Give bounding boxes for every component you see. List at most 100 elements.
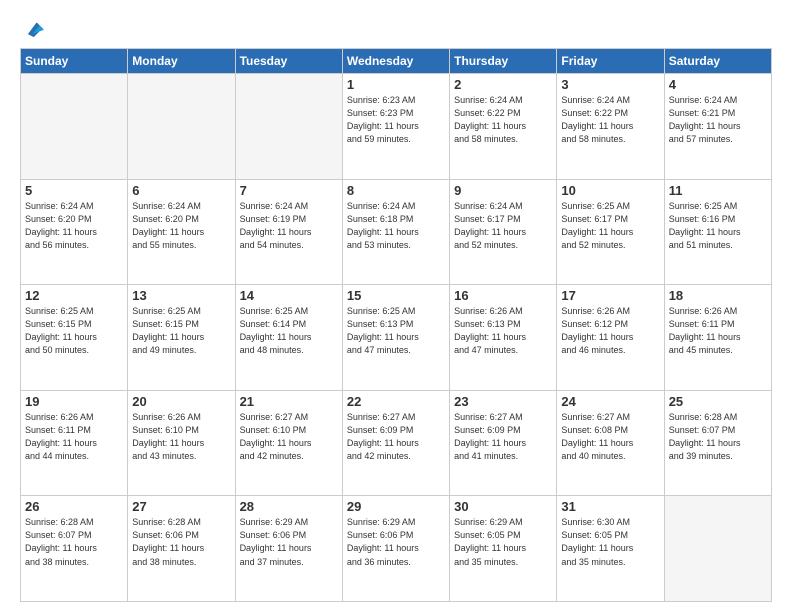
calendar-cell: 1 Sunrise: 6:23 AM Sunset: 6:23 PM Daylig…	[342, 74, 449, 180]
calendar-cell: 26 Sunrise: 6:28 AM Sunset: 6:07 PM Dayli…	[21, 496, 128, 602]
day-number: 10	[561, 183, 659, 198]
day-number: 15	[347, 288, 445, 303]
day-number: 31	[561, 499, 659, 514]
day-number: 11	[669, 183, 767, 198]
day-info: Sunrise: 6:28 AM Sunset: 6:07 PM Dayligh…	[25, 516, 123, 568]
day-info: Sunrise: 6:27 AM Sunset: 6:10 PM Dayligh…	[240, 411, 338, 463]
day-info: Sunrise: 6:24 AM Sunset: 6:20 PM Dayligh…	[132, 200, 230, 252]
day-info: Sunrise: 6:26 AM Sunset: 6:12 PM Dayligh…	[561, 305, 659, 357]
calendar-cell: 6 Sunrise: 6:24 AM Sunset: 6:20 PM Daylig…	[128, 179, 235, 285]
day-info: Sunrise: 6:26 AM Sunset: 6:11 PM Dayligh…	[669, 305, 767, 357]
day-info: Sunrise: 6:25 AM Sunset: 6:16 PM Dayligh…	[669, 200, 767, 252]
calendar-cell: 2 Sunrise: 6:24 AM Sunset: 6:22 PM Daylig…	[450, 74, 557, 180]
calendar-cell: 8 Sunrise: 6:24 AM Sunset: 6:18 PM Daylig…	[342, 179, 449, 285]
calendar-week-row: 26 Sunrise: 6:28 AM Sunset: 6:07 PM Dayli…	[21, 496, 772, 602]
calendar-cell: 11 Sunrise: 6:25 AM Sunset: 6:16 PM Dayli…	[664, 179, 771, 285]
calendar-cell	[235, 74, 342, 180]
day-info: Sunrise: 6:24 AM Sunset: 6:20 PM Dayligh…	[25, 200, 123, 252]
day-info: Sunrise: 6:25 AM Sunset: 6:17 PM Dayligh…	[561, 200, 659, 252]
day-info: Sunrise: 6:24 AM Sunset: 6:22 PM Dayligh…	[454, 94, 552, 146]
day-info: Sunrise: 6:24 AM Sunset: 6:22 PM Dayligh…	[561, 94, 659, 146]
calendar-cell: 23Sunrise: 6:27 AM Sunset: 6:09 PM Dayli…	[450, 390, 557, 496]
day-number: 2	[454, 77, 552, 92]
day-info: Sunrise: 6:30 AM Sunset: 6:05 PM Dayligh…	[561, 516, 659, 568]
logo-text	[20, 18, 44, 40]
calendar-cell: 13 Sunrise: 6:25 AM Sunset: 6:15 PM Dayli…	[128, 285, 235, 391]
day-info: Sunrise: 6:27 AM Sunset: 6:09 PM Dayligh…	[454, 411, 552, 463]
calendar-cell	[128, 74, 235, 180]
weekday-header-sunday: Sunday	[21, 49, 128, 74]
day-number: 30	[454, 499, 552, 514]
logo	[20, 18, 44, 40]
day-info: Sunrise: 6:28 AM Sunset: 6:07 PM Dayligh…	[669, 411, 767, 463]
day-number: 8	[347, 183, 445, 198]
day-info: Sunrise: 6:24 AM Sunset: 6:18 PM Dayligh…	[347, 200, 445, 252]
weekday-header-friday: Friday	[557, 49, 664, 74]
calendar-cell: 29Sunrise: 6:29 AM Sunset: 6:06 PM Dayli…	[342, 496, 449, 602]
day-info: Sunrise: 6:29 AM Sunset: 6:06 PM Dayligh…	[240, 516, 338, 568]
day-number: 14	[240, 288, 338, 303]
logo-icon	[22, 18, 44, 40]
calendar-cell: 3 Sunrise: 6:24 AM Sunset: 6:22 PM Daylig…	[557, 74, 664, 180]
day-info: Sunrise: 6:29 AM Sunset: 6:05 PM Dayligh…	[454, 516, 552, 568]
calendar-cell: 27 Sunrise: 6:28 AM Sunset: 6:06 PM Dayli…	[128, 496, 235, 602]
day-info: Sunrise: 6:25 AM Sunset: 6:13 PM Dayligh…	[347, 305, 445, 357]
calendar-week-row: 1 Sunrise: 6:23 AM Sunset: 6:23 PM Daylig…	[21, 74, 772, 180]
day-number: 4	[669, 77, 767, 92]
day-number: 25	[669, 394, 767, 409]
day-number: 13	[132, 288, 230, 303]
day-number: 26	[25, 499, 123, 514]
weekday-header-monday: Monday	[128, 49, 235, 74]
page: SundayMondayTuesdayWednesdayThursdayFrid…	[0, 0, 792, 612]
weekday-header-thursday: Thursday	[450, 49, 557, 74]
calendar-week-row: 12Sunrise: 6:25 AM Sunset: 6:15 PM Dayli…	[21, 285, 772, 391]
calendar-cell: 31 Sunrise: 6:30 AM Sunset: 6:05 PM Dayli…	[557, 496, 664, 602]
calendar-cell	[664, 496, 771, 602]
weekday-header-tuesday: Tuesday	[235, 49, 342, 74]
day-info: Sunrise: 6:23 AM Sunset: 6:23 PM Dayligh…	[347, 94, 445, 146]
day-number: 21	[240, 394, 338, 409]
day-number: 22	[347, 394, 445, 409]
day-number: 5	[25, 183, 123, 198]
calendar-cell: 7Sunrise: 6:24 AM Sunset: 6:19 PM Daylig…	[235, 179, 342, 285]
weekday-header-wednesday: Wednesday	[342, 49, 449, 74]
day-number: 19	[25, 394, 123, 409]
day-info: Sunrise: 6:25 AM Sunset: 6:15 PM Dayligh…	[25, 305, 123, 357]
calendar-cell: 10 Sunrise: 6:25 AM Sunset: 6:17 PM Dayli…	[557, 179, 664, 285]
day-number: 28	[240, 499, 338, 514]
day-info: Sunrise: 6:25 AM Sunset: 6:14 PM Dayligh…	[240, 305, 338, 357]
day-number: 9	[454, 183, 552, 198]
calendar-cell: 28 Sunrise: 6:29 AM Sunset: 6:06 PM Dayli…	[235, 496, 342, 602]
calendar-cell: 24Sunrise: 6:27 AM Sunset: 6:08 PM Dayli…	[557, 390, 664, 496]
day-info: Sunrise: 6:26 AM Sunset: 6:10 PM Dayligh…	[132, 411, 230, 463]
day-number: 6	[132, 183, 230, 198]
calendar-week-row: 5 Sunrise: 6:24 AM Sunset: 6:20 PM Daylig…	[21, 179, 772, 285]
calendar-cell: 18 Sunrise: 6:26 AM Sunset: 6:11 PM Dayli…	[664, 285, 771, 391]
calendar-cell: 20 Sunrise: 6:26 AM Sunset: 6:10 PM Dayli…	[128, 390, 235, 496]
day-number: 1	[347, 77, 445, 92]
day-number: 3	[561, 77, 659, 92]
calendar-cell: 9Sunrise: 6:24 AM Sunset: 6:17 PM Daylig…	[450, 179, 557, 285]
day-number: 20	[132, 394, 230, 409]
day-number: 29	[347, 499, 445, 514]
weekday-header-saturday: Saturday	[664, 49, 771, 74]
calendar-cell: 16 Sunrise: 6:26 AM Sunset: 6:13 PM Dayli…	[450, 285, 557, 391]
calendar-week-row: 19 Sunrise: 6:26 AM Sunset: 6:11 PM Dayli…	[21, 390, 772, 496]
day-info: Sunrise: 6:28 AM Sunset: 6:06 PM Dayligh…	[132, 516, 230, 568]
calendar-cell	[21, 74, 128, 180]
day-number: 16	[454, 288, 552, 303]
day-number: 7	[240, 183, 338, 198]
calendar-header-row: SundayMondayTuesdayWednesdayThursdayFrid…	[21, 49, 772, 74]
calendar-cell: 12Sunrise: 6:25 AM Sunset: 6:15 PM Dayli…	[21, 285, 128, 391]
day-info: Sunrise: 6:25 AM Sunset: 6:15 PM Dayligh…	[132, 305, 230, 357]
calendar-cell: 5 Sunrise: 6:24 AM Sunset: 6:20 PM Daylig…	[21, 179, 128, 285]
day-info: Sunrise: 6:26 AM Sunset: 6:13 PM Dayligh…	[454, 305, 552, 357]
calendar-cell: 17 Sunrise: 6:26 AM Sunset: 6:12 PM Dayli…	[557, 285, 664, 391]
day-number: 17	[561, 288, 659, 303]
day-info: Sunrise: 6:26 AM Sunset: 6:11 PM Dayligh…	[25, 411, 123, 463]
calendar-cell: 25 Sunrise: 6:28 AM Sunset: 6:07 PM Dayli…	[664, 390, 771, 496]
day-number: 24	[561, 394, 659, 409]
day-info: Sunrise: 6:24 AM Sunset: 6:21 PM Dayligh…	[669, 94, 767, 146]
day-number: 18	[669, 288, 767, 303]
day-number: 27	[132, 499, 230, 514]
